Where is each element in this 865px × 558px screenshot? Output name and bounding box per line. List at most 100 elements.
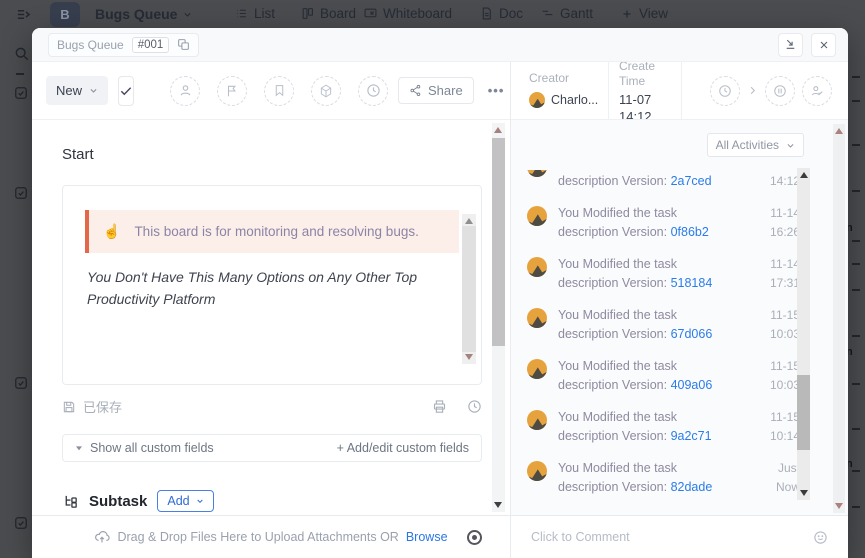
scroll-down-arrow[interactable] <box>835 503 843 509</box>
tab-add-view[interactable]: View <box>621 6 668 21</box>
task-checkbox-icon[interactable] <box>14 516 28 530</box>
creator-name[interactable]: Charlo... <box>551 93 598 107</box>
browse-link[interactable]: Browse <box>406 530 448 544</box>
scroll-down-arrow[interactable] <box>465 354 473 360</box>
avatar[interactable] <box>527 206 547 226</box>
print-icon[interactable] <box>432 399 447 414</box>
minimize-button[interactable] <box>778 33 803 57</box>
background-fragment <box>852 144 860 146</box>
copy-icon[interactable] <box>177 38 190 51</box>
share-button[interactable]: Share <box>398 77 474 104</box>
background-fragment <box>852 190 860 192</box>
activity-detail: description Version: <box>558 276 667 290</box>
plus-icon <box>621 8 633 20</box>
list-icon <box>235 7 248 20</box>
avatar[interactable] <box>527 257 547 277</box>
avatar[interactable] <box>527 359 547 379</box>
record-button[interactable] <box>467 530 482 545</box>
activity-detail: description Version: <box>558 480 667 494</box>
tab-gantt[interactable]: Gantt <box>541 6 593 21</box>
task-id-badge: #001 <box>132 37 170 53</box>
task-checkbox-icon[interactable] <box>14 86 28 100</box>
activity-action: You Modified the task <box>558 408 744 427</box>
task-checkbox-icon[interactable] <box>14 376 28 390</box>
attachment-dropzone[interactable]: Drag & Drop Files Here to Upload Attachm… <box>32 515 510 558</box>
tag-button[interactable] <box>264 76 294 106</box>
activity-feed-panel: All Activities You Modified the task des… <box>511 120 848 515</box>
screen: B Bugs Queue List Board Whiteboard Doc G… <box>0 0 865 558</box>
avatar[interactable] <box>527 461 547 481</box>
estimate-time-button[interactable] <box>710 76 740 106</box>
version-link[interactable]: 9a2c71 <box>671 429 712 443</box>
sidebar-toggle-icon[interactable] <box>16 7 31 22</box>
description-editor[interactable]: ☝ This board is for monitoring and resol… <box>62 185 482 385</box>
version-link[interactable]: 518184 <box>671 276 713 290</box>
scroll-up-arrow[interactable] <box>465 218 473 224</box>
history-icon[interactable] <box>467 399 482 414</box>
modal-header: Bugs Queue #001 <box>32 28 848 62</box>
background-fragment <box>852 506 860 508</box>
tab-board[interactable]: Board <box>301 6 356 21</box>
time-tracking-button[interactable] <box>765 76 795 106</box>
add-subtask-button[interactable]: Add <box>157 490 213 512</box>
description-title[interactable]: Start <box>62 146 510 163</box>
activity-detail: description Version: <box>558 225 667 239</box>
description-section: Start ☝ This board is for monitoring and… <box>32 120 510 515</box>
add-edit-custom-fields-button[interactable]: + Add/edit custom fields <box>337 441 469 455</box>
task-checkbox-icon[interactable] <box>14 186 28 200</box>
status-new-button[interactable]: New <box>46 76 108 105</box>
tab-doc[interactable]: Doc <box>480 6 523 21</box>
scroll-down-arrow[interactable] <box>494 502 502 508</box>
version-link[interactable]: 82dade <box>671 480 713 494</box>
activity-filter-dropdown[interactable]: All Activities <box>707 133 804 157</box>
create-time-label: Create Time <box>619 62 663 89</box>
scrollbar-thumb[interactable] <box>492 138 505 346</box>
workspace-logo[interactable]: B <box>50 2 80 27</box>
version-link[interactable]: 67d066 <box>671 327 713 341</box>
callout-block[interactable]: ☝ This board is for monitoring and resol… <box>85 210 459 253</box>
emoji-icon[interactable] <box>813 530 828 545</box>
assignee-button[interactable] <box>170 76 200 106</box>
panel-scrollbar[interactable] <box>833 124 845 513</box>
editor-scrollbar[interactable] <box>462 214 476 364</box>
tab-whiteboard[interactable]: Whiteboard <box>364 6 452 21</box>
scroll-up-arrow[interactable] <box>800 172 808 178</box>
content-scrollbar[interactable] <box>492 123 505 512</box>
description-paragraph[interactable]: You Don't Have This Many Options on Any … <box>87 267 421 310</box>
scrollbar-thumb[interactable] <box>462 226 476 352</box>
board-icon <box>301 7 314 20</box>
close-button[interactable] <box>811 33 836 57</box>
board-title[interactable]: Bugs Queue <box>95 6 192 22</box>
version-link[interactable]: 2a7ced <box>671 174 712 188</box>
avatar[interactable] <box>527 170 547 177</box>
complete-task-button[interactable] <box>118 76 134 106</box>
watcher-button[interactable] <box>802 76 832 106</box>
scrollbar-thumb[interactable] <box>797 375 810 450</box>
check-icon <box>119 84 133 98</box>
scroll-up-arrow[interactable] <box>835 128 843 134</box>
version-link[interactable]: 409a06 <box>671 378 713 392</box>
tab-list[interactable]: List <box>235 6 275 21</box>
chevron-right-icon[interactable] <box>747 85 758 96</box>
scroll-down-arrow[interactable] <box>800 490 808 496</box>
search-icon[interactable] <box>14 46 30 62</box>
time-button[interactable] <box>358 76 388 106</box>
activity-detail: description Version: <box>558 327 667 341</box>
activity-action: You Modified the task <box>558 459 744 478</box>
more-actions-button[interactable]: ••• <box>484 83 509 98</box>
scroll-up-arrow[interactable] <box>494 127 502 133</box>
comment-input[interactable]: Click to Comment <box>511 515 848 558</box>
avatar[interactable] <box>527 410 547 430</box>
whiteboard-icon <box>364 7 377 20</box>
dependency-button[interactable] <box>311 76 341 106</box>
activity-action: You Modified the task <box>558 204 744 223</box>
share-icon <box>409 84 422 97</box>
creator-avatar[interactable] <box>529 92 545 108</box>
activity-scrollbar[interactable] <box>797 168 810 500</box>
breadcrumb[interactable]: Bugs Queue #001 <box>48 33 199 57</box>
priority-button[interactable] <box>217 76 247 106</box>
creator-cell: Creator Charlo... <box>511 62 608 119</box>
show-custom-fields-toggle[interactable]: Show all custom fields <box>75 441 214 455</box>
avatar[interactable] <box>527 308 547 328</box>
version-link[interactable]: 0f86b2 <box>671 225 709 239</box>
